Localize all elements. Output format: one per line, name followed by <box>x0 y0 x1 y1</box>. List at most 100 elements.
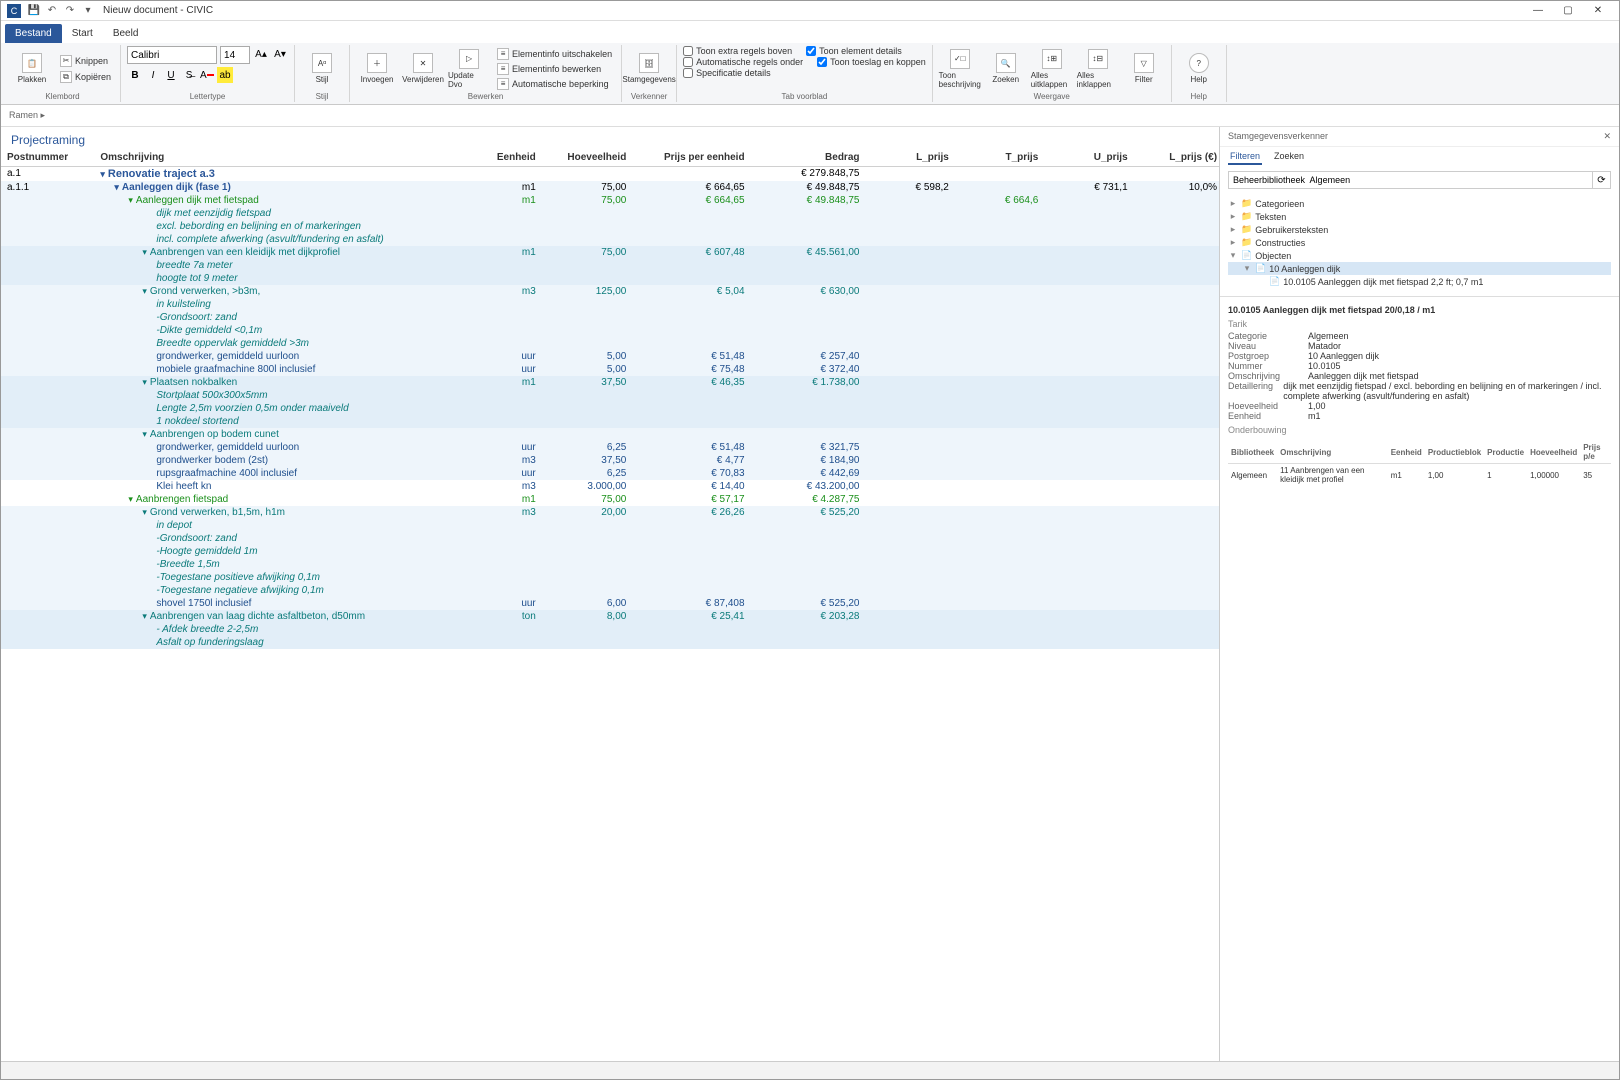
funnel-icon: ▽ <box>1134 53 1154 73</box>
detail-kv: Nummer10.0105 <box>1228 361 1611 371</box>
col-lprijspct[interactable]: L_prijs (€) <box>1134 149 1223 167</box>
detail-kv: NiveauMatador <box>1228 341 1611 351</box>
qat-undo-icon[interactable]: ↶ <box>44 3 60 19</box>
col-oms[interactable]: Omschrijving <box>94 149 471 167</box>
help-icon: ? <box>1189 53 1209 73</box>
insert-button[interactable]: ＋Invoegen <box>356 53 398 84</box>
check-icon: ✓□ <box>950 49 970 69</box>
tab-start[interactable]: Start <box>62 24 103 43</box>
group-tools: ✓□Toon beschrijving 🔍Zoeken ↕⊞Alles uitk… <box>933 45 1172 102</box>
tab-bestand[interactable]: Bestand <box>5 24 62 43</box>
chk-extra-boven[interactable]: Toon extra regels boven <box>683 46 792 56</box>
search-icon: 🔍 <box>996 53 1016 73</box>
breadcrumb: Ramen ▸ <box>1 105 1619 127</box>
detail-row[interactable]: Algemeen11 Aanbrengen van een kleidijk m… <box>1228 464 1611 487</box>
detail-kv: CategorieAlgemeen <box>1228 331 1611 341</box>
panel-close-icon[interactable]: ✕ <box>1603 131 1611 142</box>
panel-tabs: Filteren Zoeken <box>1220 147 1619 167</box>
font-shrink-icon[interactable]: A▾ <box>272 46 288 62</box>
delete-button[interactable]: ✕Verwijderen <box>402 53 444 84</box>
tree-node[interactable]: ▾📄10 Aanleggen dijk <box>1228 262 1611 275</box>
stam-button[interactable]: 🗄Stamgegevens <box>628 53 670 84</box>
tree-node[interactable]: ▸📁Constructies <box>1228 236 1611 249</box>
panel-tree[interactable]: ▸📁Categorieen▸📁Teksten▸📁Gebruikerstekste… <box>1220 193 1619 292</box>
col-eh[interactable]: Eenheid <box>472 149 542 167</box>
zoeken-button[interactable]: 🔍Zoeken <box>985 53 1027 84</box>
detail-table: Bibliotheek Omschrijving Eenheid Product… <box>1228 441 1611 486</box>
copy-icon: ⧉ <box>60 71 72 83</box>
style-button[interactable]: Aᵅ Stijl <box>301 53 343 84</box>
maximize-icon[interactable]: ▢ <box>1553 1 1583 20</box>
bold-button[interactable]: B <box>127 67 143 83</box>
app-window: C 💾 ↶ ↷ ▾ Nieuw document - CIVIC — ▢ ✕ B… <box>0 0 1620 1080</box>
font-size-select[interactable] <box>220 46 250 64</box>
col-hoev[interactable]: Hoeveelheid <box>542 149 633 167</box>
paste-button[interactable]: 📋 Plakken <box>11 53 53 84</box>
strike-button[interactable]: S̶ <box>181 67 197 83</box>
tree-node[interactable]: ▸📁Gebruikersteksten <box>1228 223 1611 236</box>
collapse-button[interactable]: ↕⊟Alles inklappen <box>1077 49 1119 89</box>
minimize-icon[interactable]: — <box>1523 1 1553 20</box>
ribbon: 📋 Plakken ✂Knippen ⧉Kopiëren Klembord A▴… <box>1 43 1619 105</box>
close-icon[interactable]: ✕ <box>1583 1 1613 20</box>
help-button[interactable]: ?Help <box>1178 53 1220 84</box>
group-help: ?Help Help <box>1172 45 1227 102</box>
statusbar <box>1 1061 1619 1079</box>
col-post[interactable]: Postnummer <box>1 149 94 167</box>
titlebar: C 💾 ↶ ↷ ▾ Nieuw document - CIVIC — ▢ ✕ <box>1 1 1619 21</box>
cut-button[interactable]: ✂Knippen <box>57 54 114 68</box>
chk-spec[interactable]: Specificatie details <box>683 68 771 78</box>
col-lprijs[interactable]: L_prijs <box>865 149 954 167</box>
cut-icon: ✂ <box>60 55 72 67</box>
underline-button[interactable]: U <box>163 67 179 83</box>
detail-kv: OmschrijvingAanleggen dijk met fietspad <box>1228 371 1611 381</box>
opt2-button[interactable]: ≡Elementinfo bewerken <box>494 62 615 76</box>
qat-save-icon[interactable]: 💾 <box>26 3 42 19</box>
side-panel: Stamgegevensverkenner ✕ Filteren Zoeken … <box>1219 127 1619 1061</box>
panel-refresh-icon[interactable]: ⟳ <box>1593 171 1611 189</box>
chk-element-details[interactable]: Toon element details <box>806 46 902 56</box>
expand-button[interactable]: ↕⊞Alles uitklappen <box>1031 49 1073 89</box>
highlight-button[interactable]: ab <box>217 67 233 83</box>
plus-icon: ＋ <box>367 53 387 73</box>
toon-button[interactable]: ✓□Toon beschrijving <box>939 49 981 89</box>
chk-toeslag[interactable]: Toon toeslag en koppen <box>817 57 926 67</box>
tab-beeld[interactable]: Beeld <box>103 24 149 43</box>
tree-node[interactable]: ▸📁Teksten <box>1228 210 1611 223</box>
filter-button[interactable]: ▽Filter <box>1123 53 1165 84</box>
tree-node[interactable]: ▾📄Objecten <box>1228 249 1611 262</box>
opt3-button[interactable]: ≡Automatische beperking <box>494 77 615 91</box>
font-color-button[interactable]: A <box>199 67 215 83</box>
font-family-select[interactable] <box>127 46 217 64</box>
group-style: Aᵅ Stijl Stijl <box>295 45 350 102</box>
copy-button[interactable]: ⧉Kopiëren <box>57 70 114 84</box>
opt1-button[interactable]: ≡Elementinfo uitschakelen <box>494 47 615 61</box>
detail-kv: Hoeveelheid1,00 <box>1228 401 1611 411</box>
qat-dropdown-icon[interactable]: ▾ <box>80 3 96 19</box>
detail-kv: Postgroep10 Aanleggen dijk <box>1228 351 1611 361</box>
italic-button[interactable]: I <box>145 67 161 83</box>
tree-node[interactable]: ▸📁Categorieen <box>1228 197 1611 210</box>
group-edit: ＋Invoegen ✕Verwijderen ▷Update Dvo ≡Elem… <box>350 45 622 102</box>
group-view: Toon extra regels boven Toon element det… <box>677 45 933 102</box>
col-tprijs[interactable]: T_prijs <box>955 149 1044 167</box>
panel-detail: 10.0105 Aanleggen dijk met fietspad 20/0… <box>1220 301 1619 1061</box>
window-title: Nieuw document - CIVIC <box>103 5 213 16</box>
panel-tab-search[interactable]: Zoeken <box>1272 149 1306 165</box>
panel-tab-filter[interactable]: Filteren <box>1228 149 1262 165</box>
col-uprijs[interactable]: U_prijs <box>1044 149 1133 167</box>
qat-redo-icon[interactable]: ↷ <box>62 3 78 19</box>
update-button[interactable]: ▷Update Dvo <box>448 49 490 89</box>
font-grow-icon[interactable]: A▴ <box>253 46 269 62</box>
detail-title: 10.0105 Aanleggen dijk met fietspad 20/0… <box>1228 305 1611 315</box>
db-icon: 🗄 <box>639 53 659 73</box>
col-bedrag[interactable]: Bedrag <box>751 149 866 167</box>
chk-auto-onder[interactable]: Automatische regels onder <box>683 57 803 67</box>
main: Projectraming Postnummer Omschrijving Ee… <box>1 127 1619 1061</box>
col-ppe[interactable]: Prijs per eenheid <box>632 149 750 167</box>
app-icon: C <box>7 4 21 18</box>
panel-search-input[interactable] <box>1228 171 1593 189</box>
panel-search: ⟳ <box>1220 167 1619 193</box>
tree-node[interactable]: 📄10.0105 Aanleggen dijk met fietspad 2,2… <box>1228 275 1611 288</box>
group-clipboard: 📋 Plakken ✂Knippen ⧉Kopiëren Klembord <box>5 45 121 102</box>
